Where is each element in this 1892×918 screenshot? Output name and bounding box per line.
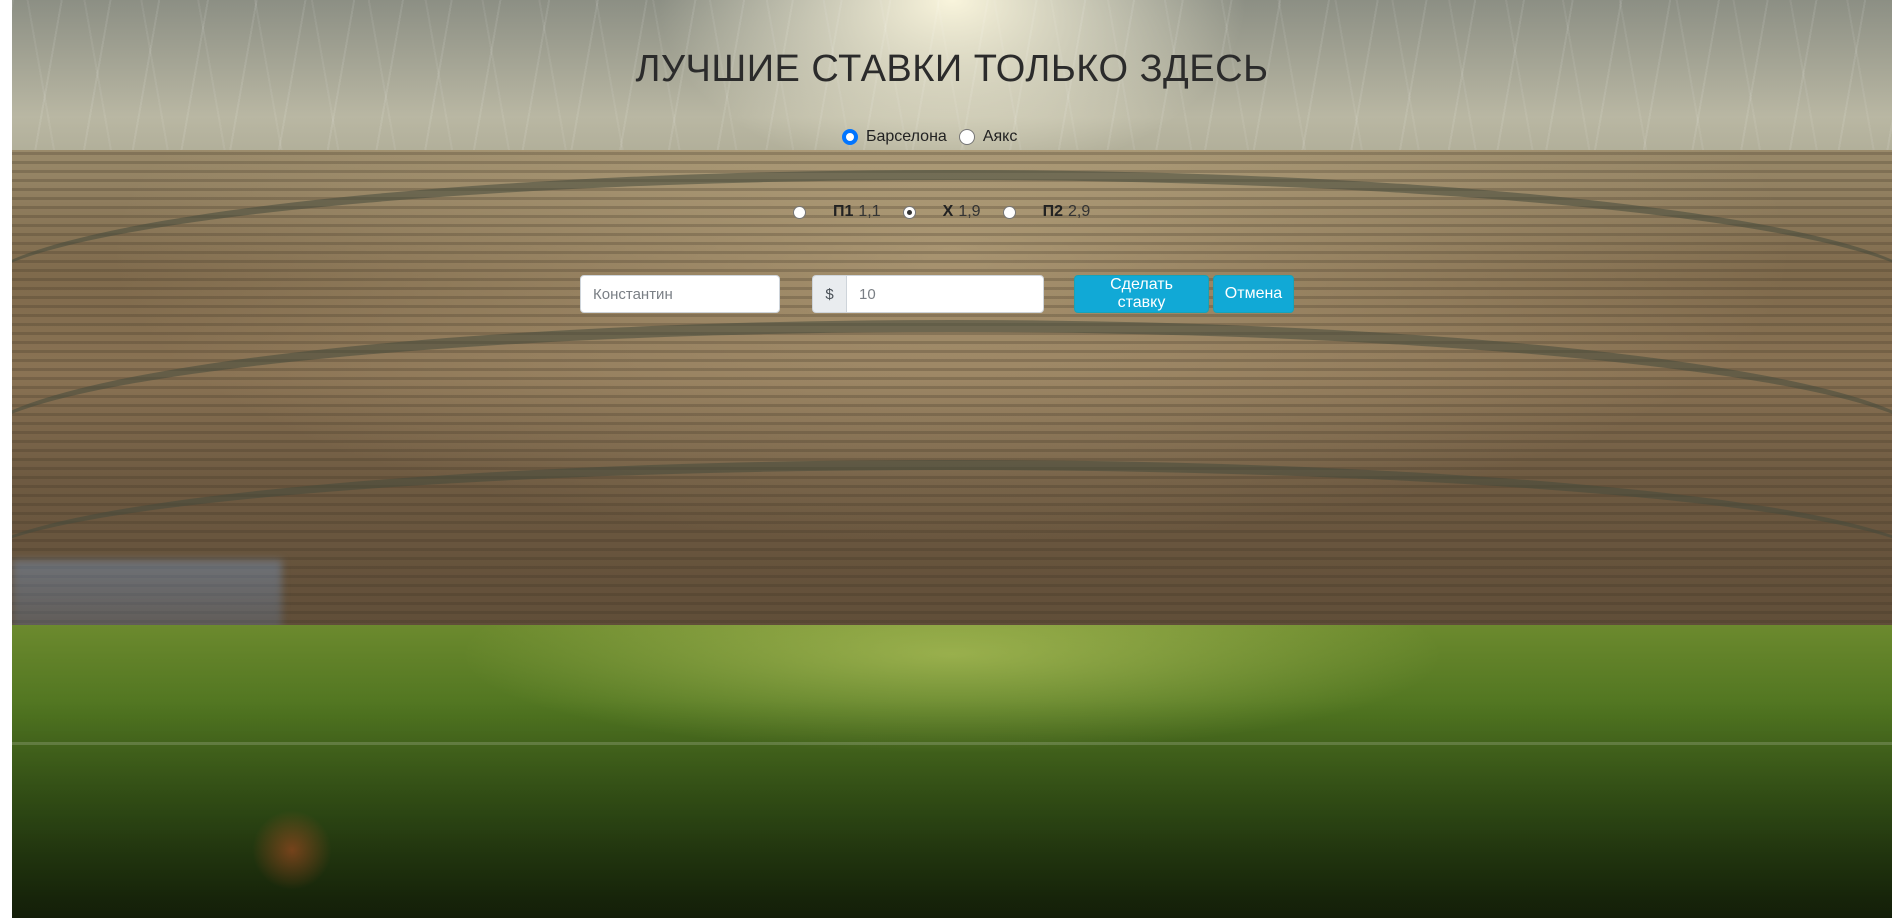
odds-code: X (942, 203, 954, 220)
name-input[interactable] (580, 275, 780, 313)
radio-button[interactable] (793, 205, 806, 219)
radio-button[interactable] (1002, 205, 1016, 219)
odds-option-p1[interactable]: П1 1,1 (793, 203, 903, 221)
team-option-ajax[interactable]: Аякс (958, 128, 1030, 146)
page-viewport: ЛУЧШИЕ СТАВКИ ТОЛЬКО ЗДЕСЬ Барселона Аяк… (12, 0, 1892, 918)
radio-button[interactable] (958, 129, 975, 145)
odds-code: П1 (833, 203, 854, 220)
odds-value: 1,9 (958, 203, 981, 220)
bet-form-row: $ Сделать ставку Отмена (12, 275, 1892, 313)
betting-form-container: ЛУЧШИЕ СТАВКИ ТОЛЬКО ЗДЕСЬ Барселона Аяк… (12, 0, 1892, 918)
team-label: Барселона (866, 128, 947, 145)
radio-button-checked[interactable] (902, 205, 916, 219)
odds-option-p2[interactable]: П2 2,9 (1002, 203, 1113, 221)
page-title: ЛУЧШИЕ СТАВКИ ТОЛЬКО ЗДЕСЬ (635, 48, 1269, 90)
team-label: Аякс (982, 128, 1018, 145)
amount-input[interactable] (846, 275, 1044, 313)
team-radio-group: Барселона Аякс (842, 128, 1029, 146)
odds-option-x[interactable]: X 1,9 (902, 203, 1003, 221)
odds-value: 2,9 (1067, 203, 1091, 220)
place-bet-button[interactable]: Сделать ставку (1074, 275, 1209, 313)
radio-button-checked[interactable] (842, 129, 858, 145)
odds-code: П2 (1042, 203, 1063, 220)
amount-input-group: $ (812, 275, 1044, 313)
odds-radio-group: П1 1,1 X 1,9 П2 2,9 (793, 203, 1112, 221)
odds-value: 1,1 (858, 203, 881, 220)
team-option-barcelona[interactable]: Барселона (842, 128, 959, 146)
cancel-button[interactable]: Отмена (1213, 275, 1294, 313)
dollar-sign-addon: $ (812, 275, 846, 313)
